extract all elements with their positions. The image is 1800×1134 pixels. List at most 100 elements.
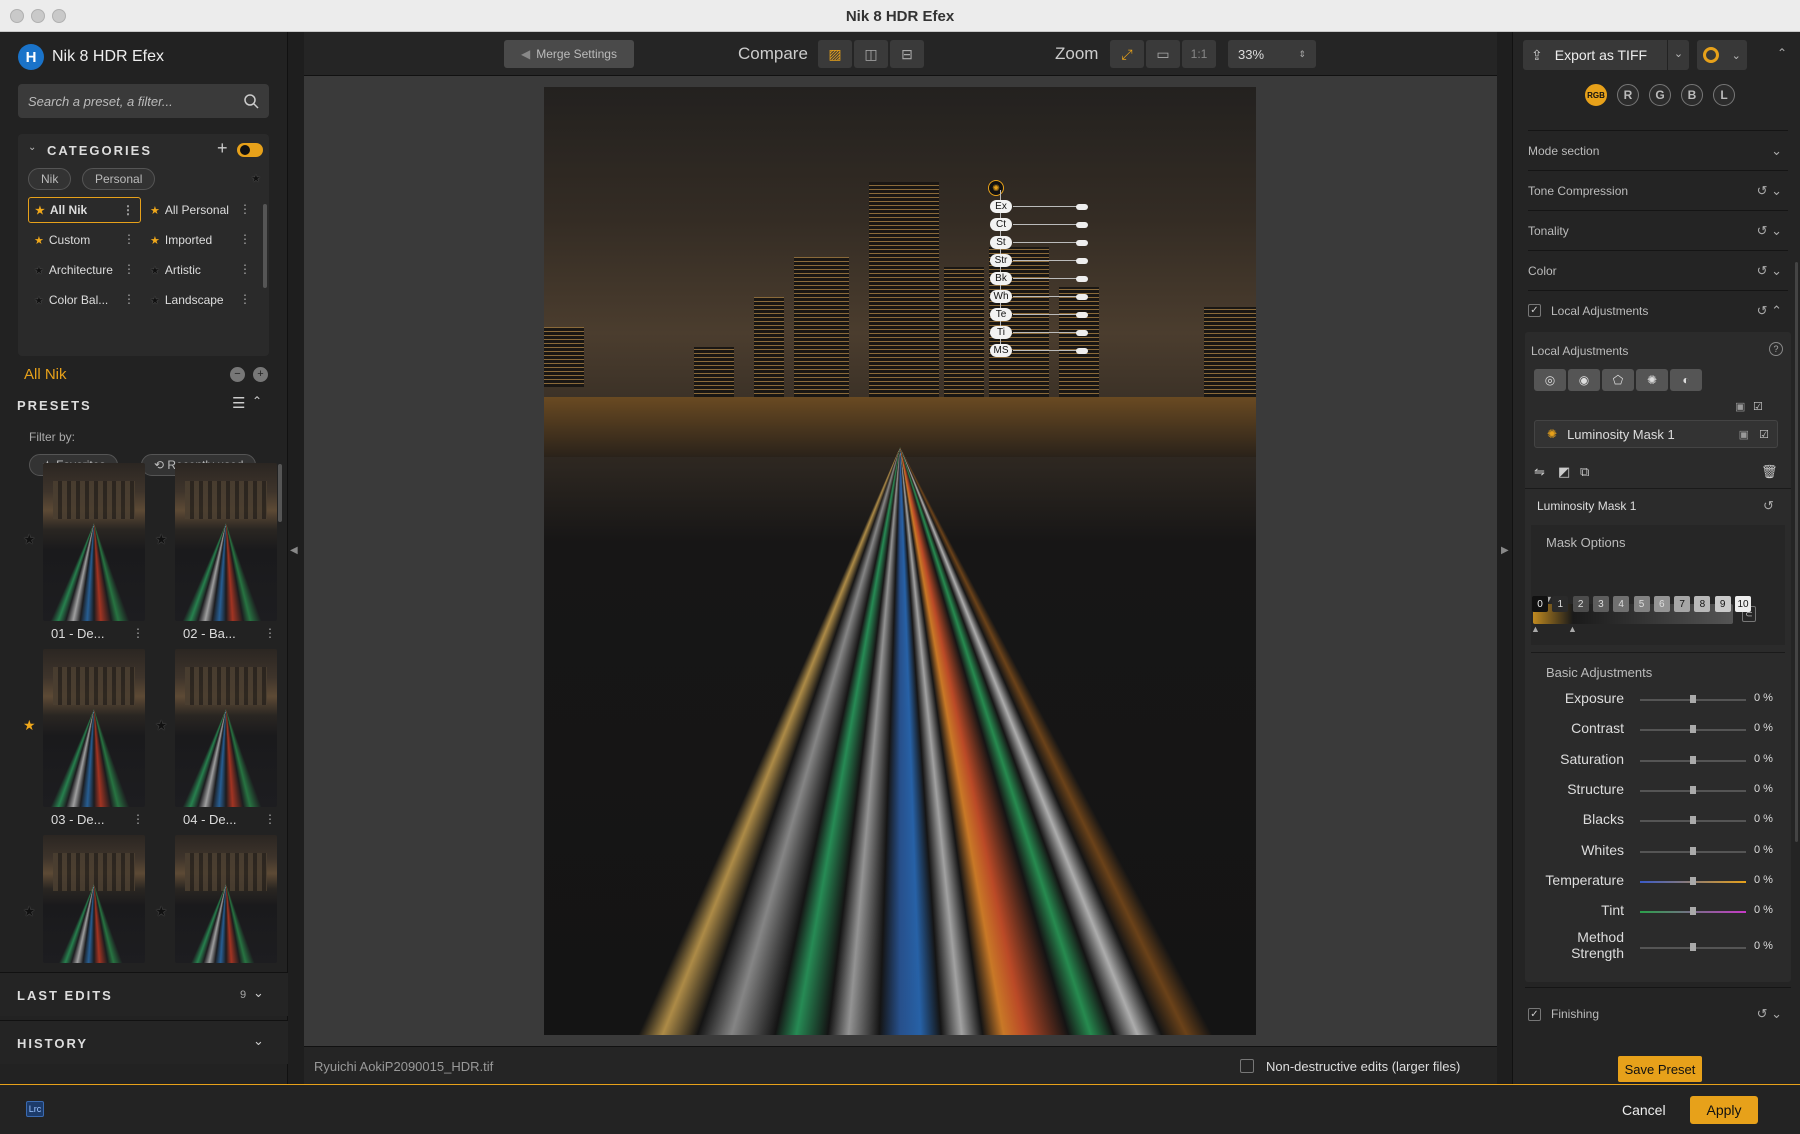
category-all-nik[interactable]: ★ All Nik ⋮ [28, 197, 141, 223]
cancel-button[interactable]: Cancel [1622, 1102, 1666, 1118]
node-handle[interactable] [1076, 348, 1088, 354]
more-icon[interactable]: ⋮ [239, 232, 251, 246]
local-adjustments-checkbox[interactable]: ✓ [1528, 304, 1541, 317]
favorite-star-icon[interactable]: ★ [155, 531, 168, 548]
zoom-1to1-button[interactable]: 1:1 [1182, 40, 1216, 68]
mask-overlay-icon[interactable]: ▣ [1739, 428, 1749, 441]
mask-enable-checkbox[interactable]: ☑ [1759, 428, 1769, 441]
compare-split-vertical-button[interactable]: ◫ [854, 40, 888, 68]
pill-nik[interactable]: Nik [28, 168, 72, 190]
slider-thumb[interactable] [1690, 755, 1696, 764]
node-contrast[interactable]: Ct [990, 218, 1012, 231]
favorite-filter-icon[interactable]: ★ [251, 172, 261, 185]
compare-split-horizontal-button[interactable]: ⊟ [890, 40, 924, 68]
node-handle[interactable] [1076, 312, 1088, 318]
chevron-down-icon[interactable]: ⌄ [253, 985, 264, 1001]
slider-thumb[interactable] [1690, 907, 1696, 916]
favorite-star-icon[interactable]: ★ [23, 717, 36, 734]
node-handle[interactable] [1076, 294, 1088, 300]
preset-thumbnail-3[interactable] [43, 649, 145, 807]
history-section[interactable]: HISTORY ⌄ [0, 1020, 288, 1064]
list-view-icon[interactable]: ☰ [232, 394, 245, 412]
node-handle[interactable] [1076, 204, 1088, 210]
node-tint[interactable]: Ti [990, 326, 1012, 339]
preset-thumbnail-4[interactable] [175, 649, 277, 807]
category-artistic[interactable]: ★ Artistic ⋮ [144, 257, 257, 283]
luminosity-mask-tool[interactable]: ✺ [1636, 369, 1668, 391]
node-exposure[interactable]: Ex [990, 200, 1012, 213]
chevron-down-icon[interactable]: ⌄ [28, 142, 36, 153]
mask-level-0[interactable]: 0 [1532, 596, 1548, 612]
category-color-balance[interactable]: ★ Color Bal... ⋮ [28, 287, 141, 313]
zoom-value-select[interactable]: 33% ⇕ [1228, 40, 1316, 68]
radial-mask-tool[interactable]: ◉ [1568, 369, 1600, 391]
finishing-checkbox[interactable]: ✓ [1528, 1007, 1541, 1021]
enable-all-icon[interactable]: ☑ [1753, 400, 1763, 413]
channel-rgb[interactable]: RGB [1585, 84, 1607, 106]
node-whites[interactable]: Wh [990, 290, 1012, 303]
node-blacks[interactable]: Bk [990, 272, 1012, 285]
expand-all-icon[interactable]: + [253, 367, 268, 382]
node-saturation[interactable]: St [990, 236, 1012, 249]
mask-visibility-icon[interactable]: ▣ [1735, 400, 1745, 413]
more-icon[interactable]: ⋮ [264, 626, 276, 640]
category-landscape[interactable]: ★ Landscape ⋮ [144, 287, 257, 313]
favorite-star-icon[interactable]: ★ [155, 903, 168, 920]
slider-thumb[interactable] [1690, 725, 1696, 734]
control-point-tool[interactable]: ◎ [1534, 369, 1566, 391]
slider-thumb[interactable] [1690, 876, 1696, 885]
category-all-personal[interactable]: ★ All Personal ⋮ [144, 197, 257, 223]
section-color[interactable]: Color ↺ ⌄ [1528, 250, 1788, 290]
more-icon[interactable]: ⋮ [132, 626, 144, 640]
preset-thumbnail-6[interactable] [175, 835, 277, 963]
save-preset-button[interactable]: Save Preset [1618, 1056, 1702, 1082]
favorite-star-icon[interactable]: ★ [155, 717, 168, 734]
category-custom[interactable]: ★ Custom ⋮ [28, 227, 141, 253]
more-icon[interactable]: ⋮ [132, 812, 144, 826]
mask-level-7[interactable]: 7 [1674, 596, 1691, 612]
non-destructive-checkbox[interactable] [1240, 1059, 1254, 1073]
search-input[interactable] [28, 93, 228, 109]
mask-level-5[interactable]: 5 [1633, 596, 1650, 612]
collapse-all-icon[interactable]: − [230, 367, 245, 382]
collapse-left-panel-icon[interactable]: ◀ [290, 545, 298, 556]
collapse-up-icon[interactable]: ⌃ [1777, 46, 1787, 60]
range-handle-bottom-left[interactable]: ▲ [1531, 624, 1540, 634]
mask-level-1[interactable]: 1 [1552, 596, 1569, 612]
category-imported[interactable]: ★ Imported ⋮ [144, 227, 257, 253]
reset-icon[interactable]: ↺ ⌄ [1757, 1006, 1782, 1022]
control-point-icon[interactable]: ✺ [988, 180, 1004, 196]
chevron-down-icon[interactable]: ⌄ [1667, 40, 1689, 70]
more-icon[interactable]: ⋮ [239, 202, 251, 216]
apply-button[interactable]: Apply [1690, 1096, 1758, 1124]
mask-level-9[interactable]: 9 [1714, 596, 1731, 612]
reset-mask-icon[interactable]: ↺ [1763, 498, 1774, 514]
categories-scrollbar[interactable] [263, 204, 267, 288]
last-edits-section[interactable]: LAST EDITS 9 ⌄ [0, 972, 288, 1016]
collapse-right-panel-icon[interactable]: ▶ [1501, 545, 1509, 556]
slider-thumb[interactable] [1690, 816, 1696, 825]
delete-mask-icon[interactable]: 🗑 [1761, 464, 1778, 480]
channel-l[interactable]: L [1713, 84, 1735, 106]
section-mode[interactable]: Mode section ⌄ [1528, 130, 1788, 170]
mask-level-2[interactable]: 2 [1572, 596, 1589, 612]
section-local-adjustments[interactable]: ✓ Local Adjustments ↺ ⌃ [1528, 290, 1788, 330]
export-button[interactable]: ⇪ Export as TIFF ⌄ [1523, 40, 1689, 70]
preset-thumbnail-5[interactable] [43, 835, 145, 963]
range-handle-bottom-right[interactable]: ▲ [1568, 624, 1577, 634]
reset-icon[interactable]: ↺ ⌄ [1757, 183, 1782, 199]
slider-thumb[interactable] [1690, 695, 1696, 703]
duplicate-mask-icon[interactable]: ⧉ [1580, 464, 1589, 480]
slider-thumb[interactable] [1690, 846, 1696, 855]
node-handle[interactable] [1076, 258, 1088, 264]
help-icon[interactable]: ? [1769, 342, 1783, 356]
node-handle[interactable] [1076, 276, 1088, 282]
search-icon[interactable] [243, 93, 259, 109]
more-icon[interactable]: ⋮ [264, 812, 276, 826]
pill-personal[interactable]: Personal [82, 168, 156, 190]
mask-list-item[interactable]: ✺ Luminosity Mask 1 ▣ ☑ [1534, 420, 1778, 448]
zoom-fill-button[interactable]: ▭ [1146, 40, 1180, 68]
invert-mask-icon[interactable]: ⇋ [1534, 464, 1545, 480]
reset-icon[interactable]: ↺ ⌃ [1757, 303, 1782, 319]
favorite-star-icon[interactable]: ★ [23, 903, 36, 920]
